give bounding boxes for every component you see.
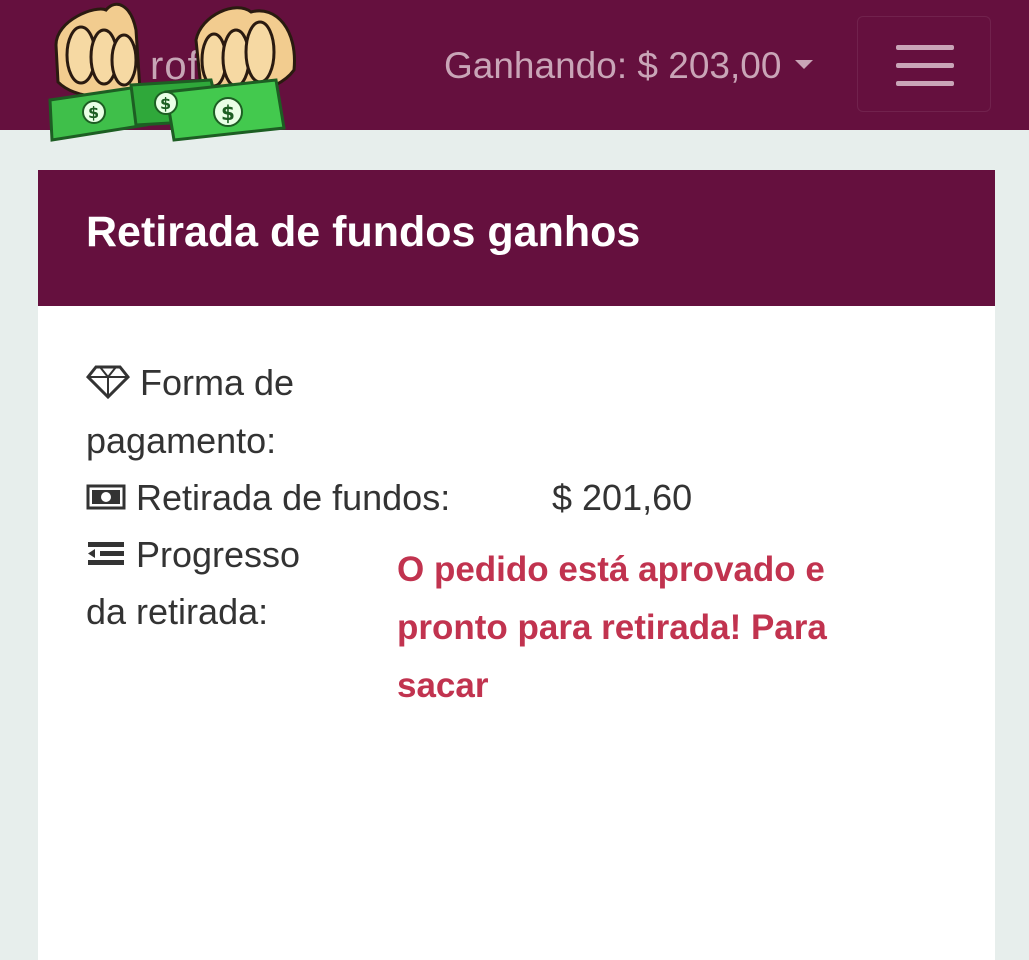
progress-label: Progresso	[86, 526, 300, 584]
withdrawal-amount: $ 201,60	[552, 477, 693, 518]
payment-method-label: Forma de	[86, 354, 294, 412]
hamburger-icon-bar	[896, 81, 954, 86]
payment-method-label-line1: Forma de	[140, 362, 295, 403]
svg-text:$: $	[160, 94, 171, 113]
balance-dropdown[interactable]: Ganhando: $ 203,00	[444, 40, 814, 92]
list-icon	[88, 542, 124, 566]
payment-method-label-line2: pagamento:	[86, 420, 277, 461]
withdrawal-card: Retirada de fundos ganhos Forma de pagam…	[38, 170, 995, 960]
card-header: Retirada de fundos ganhos	[38, 170, 995, 306]
money-hands-logo[interactable]: $ $ $	[36, 0, 306, 150]
menu-toggle-button[interactable]	[857, 16, 991, 112]
hamburger-icon	[896, 45, 954, 50]
hamburger-icon-bar	[896, 63, 954, 68]
progress-label-line2: da retirada:	[86, 591, 269, 632]
withdrawal-label: Retirada de fundos:	[86, 469, 450, 527]
svg-text:$: $	[88, 103, 99, 122]
caret-down-icon	[795, 59, 814, 69]
withdrawal-label-text: Retirada de fundos:	[136, 477, 451, 518]
navbar: rofitxyz $ $ $ Ganhando: $ 203,00	[0, 0, 1029, 142]
withdrawal-status-text: O pedido está aprovado e pronto para ret…	[397, 550, 827, 705]
money-icon	[86, 484, 126, 510]
balance-label: Ganhando: $ 203,00	[444, 45, 782, 86]
progress-label-line1: Progresso	[136, 534, 301, 575]
diamond-icon	[86, 365, 130, 400]
svg-text:$: $	[221, 101, 235, 125]
card-title: Retirada de fundos ganhos	[86, 208, 641, 256]
